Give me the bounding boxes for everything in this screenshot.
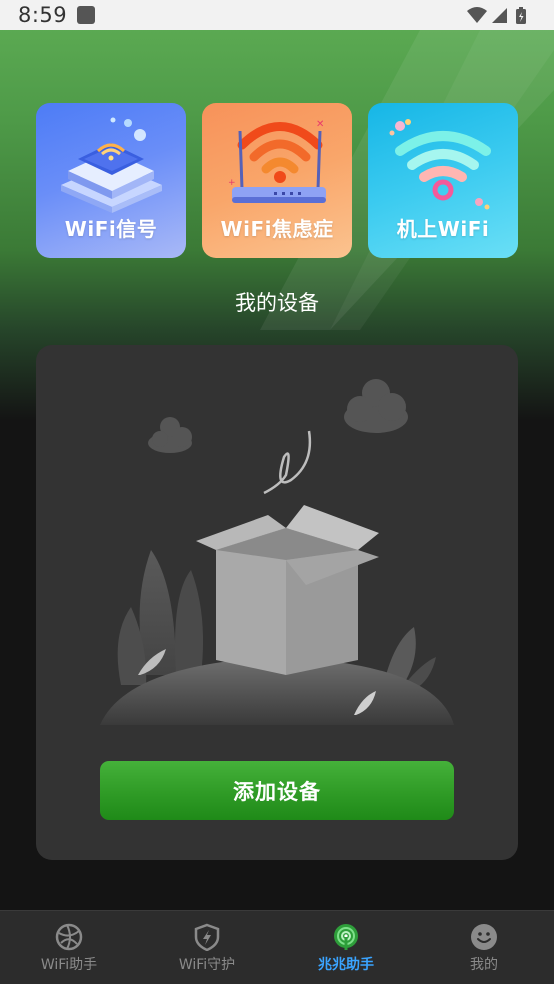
nav-item-wifi-assistant[interactable]: WiFi助手 [0, 911, 138, 984]
cellular-signal-icon [492, 8, 507, 23]
card-label: WiFi信号 [64, 217, 158, 241]
device-empty-panel: 添加设备 [36, 345, 518, 860]
nav-label: WiFi守护 [178, 957, 236, 973]
smiley-icon [471, 924, 497, 950]
nav-item-zhaozhao-assistant[interactable]: 兆兆助手 [277, 911, 415, 984]
nav-item-mine[interactable]: 我的 [415, 911, 553, 984]
status-time: 8:59 [18, 3, 68, 27]
battery-icon [516, 7, 526, 24]
svg-text:+: + [228, 178, 236, 188]
card-label: WiFi焦虑症 [220, 217, 334, 241]
wifi-status-icon [467, 7, 487, 23]
app-screen: 8:59 WiFi信号 ✕ + WiFi焦虑症 机上WiFi 我的设备 添加设备… [0, 0, 554, 984]
card-wifi-anxiety[interactable]: ✕ + WiFi焦虑症 [202, 103, 352, 258]
nav-item-wifi-guard[interactable]: WiFi守护 [138, 911, 276, 984]
wifi-signal-icon [389, 119, 491, 210]
status-indicators [466, 6, 536, 24]
shield-bolt-icon [194, 923, 220, 951]
status-bar: 8:59 [0, 0, 554, 30]
wifi-server-icon [61, 117, 162, 213]
wifi-router-icon: ✕ + [228, 119, 326, 203]
nav-label: 兆兆助手 [318, 957, 374, 973]
my-devices-title: 我的设备 [235, 291, 319, 315]
bottom-navigation: WiFi助手 WiFi守护 兆兆助手 我的 [0, 910, 554, 984]
nav-label: 我的 [470, 957, 498, 973]
nav-label: WiFi助手 [40, 957, 98, 973]
add-device-button[interactable]: 添加设备 [100, 761, 454, 820]
notification-app-icon [77, 6, 95, 24]
card-wifi-signal[interactable]: WiFi信号 [36, 103, 186, 258]
card-label: 机上WiFi [396, 217, 490, 241]
globe-icon [55, 923, 83, 951]
empty-box-illustration [100, 379, 454, 725]
broadcast-icon [334, 924, 358, 950]
card-inflight-wifi[interactable]: 机上WiFi [368, 103, 518, 258]
svg-text:✕: ✕ [316, 119, 324, 130]
